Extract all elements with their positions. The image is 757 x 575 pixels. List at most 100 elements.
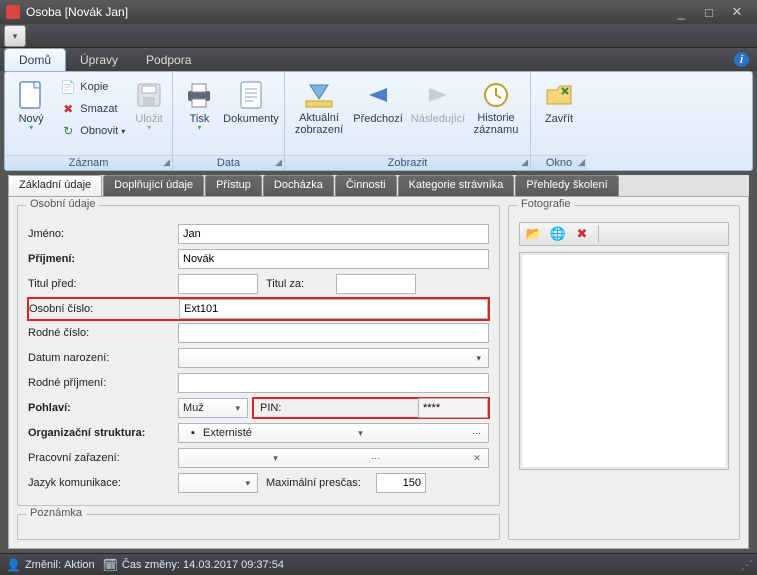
chevron-down-icon: ▾: [355, 428, 366, 439]
lang-select[interactable]: ▾: [178, 473, 258, 493]
globe-icon: 🌐: [550, 226, 566, 242]
file-icon: [15, 79, 47, 111]
job-select[interactable]: ▾ ⋯ ✕: [178, 448, 489, 468]
lang-label: Jazyk komunikace:: [28, 477, 178, 489]
org-select[interactable]: ▪ Externisté ▾ ⋯: [178, 423, 489, 443]
group-record-label: Záznam: [69, 157, 109, 169]
print-button[interactable]: Tisk ▾: [177, 74, 222, 133]
documents-button[interactable]: Dokumenty: [222, 74, 280, 126]
history-button[interactable]: Historie záznamu: [469, 74, 523, 137]
note-title: Poznámka: [26, 507, 86, 519]
delete-label: Smazat: [80, 103, 117, 115]
pin-label: PIN:: [254, 402, 287, 414]
lastname-input[interactable]: [178, 249, 489, 269]
document-icon: [235, 79, 267, 111]
maiden-input[interactable]: [178, 373, 489, 393]
tabstrip: Základní údaje Doplňující údaje Přístup …: [8, 175, 749, 197]
prev-button[interactable]: Předchozí: [349, 74, 407, 126]
content: Osobní údaje Jméno: Příjmení: Titul před…: [8, 197, 749, 549]
delete-photo-button[interactable]: ✖: [572, 224, 592, 244]
chevron-down-icon: ▾: [473, 353, 484, 364]
more-icon[interactable]: ⋯: [368, 453, 383, 464]
save-button[interactable]: Uložit ▾: [130, 74, 168, 133]
folder-icon: 📂: [526, 226, 542, 242]
firstname-label: Jméno:: [28, 228, 178, 240]
changed-at-label: Čas změny:: [122, 559, 180, 571]
close-window-button[interactable]: ✕: [723, 3, 751, 21]
ribbon: Nový ▾ 📄 Kopie ✖ Smazat ↻Obnovit▾ Uložit ▾…: [4, 71, 753, 171]
more-icon[interactable]: ⋯: [469, 428, 484, 439]
folder-close-icon: [543, 79, 575, 111]
minimize-button[interactable]: _: [667, 3, 695, 21]
arrow-right-icon: [422, 79, 454, 111]
tab-activities[interactable]: Činnosti: [335, 175, 397, 196]
info-icon[interactable]: i: [734, 52, 749, 67]
note-groupbox: Poznámka: [17, 514, 500, 540]
prev-label: Předchozí: [353, 113, 403, 125]
copy-icon: 📄: [60, 79, 76, 95]
next-button: Následující: [407, 74, 469, 126]
tab-extra[interactable]: Doplňující údaje: [103, 175, 204, 196]
gender-label: Pohlaví:: [28, 402, 178, 414]
gender-select[interactable]: Muž ▾: [178, 398, 248, 418]
delete-icon: ✖: [60, 101, 76, 117]
photo-title: Fotografie: [517, 198, 575, 210]
titlebar: Osoba [Novák Jan] _ □ ✕: [0, 0, 757, 24]
tab-access[interactable]: Přístup: [205, 175, 262, 196]
menu-home[interactable]: Domů: [4, 48, 66, 71]
personal-no-label: Osobní číslo:: [29, 303, 179, 315]
maximize-button[interactable]: □: [695, 3, 723, 21]
window-title: Osoba [Novák Jan]: [26, 5, 667, 19]
changed-by-value: Aktion: [64, 559, 95, 571]
app-icon: [6, 5, 20, 19]
pin-input[interactable]: [418, 398, 488, 418]
delete-icon: ✖: [577, 226, 588, 242]
tab-attendance[interactable]: Docházka: [263, 175, 334, 196]
documents-label: Dokumenty: [223, 113, 279, 125]
org-label: Organizační struktura:: [28, 427, 178, 439]
resize-grip-icon[interactable]: ⋰: [741, 558, 751, 572]
close-button[interactable]: Zavřít: [535, 74, 583, 126]
tab-training[interactable]: Přehledy školení: [515, 175, 618, 196]
close-label: Zavřít: [545, 113, 573, 125]
tab-basic[interactable]: Základní údaje: [8, 175, 102, 196]
firstname-input[interactable]: [178, 224, 489, 244]
copy-button[interactable]: 📄 Kopie: [55, 76, 130, 98]
birth-date-label: Datum narození:: [28, 352, 178, 364]
next-label: Následující: [411, 113, 465, 125]
menu-support[interactable]: Podpora: [132, 49, 205, 71]
delete-button[interactable]: ✖ Smazat: [55, 98, 130, 120]
chevron-down-icon: ▾: [232, 403, 243, 414]
group-window-label: Okno: [546, 157, 572, 169]
current-view-button[interactable]: Aktuální zobrazení: [289, 74, 349, 137]
refresh-button[interactable]: ↻Obnovit▾: [55, 120, 130, 142]
webcam-button[interactable]: 🌐: [548, 224, 568, 244]
statusbar: 👤 Změnil: Aktion 🗓 Čas změny: 14.03.2017…: [0, 553, 757, 575]
overtime-input[interactable]: [376, 473, 426, 493]
copy-label: Kopie: [80, 81, 108, 93]
title-before-input[interactable]: [178, 274, 258, 294]
calendar-icon: 🗓: [103, 558, 118, 572]
gender-value: Muž: [183, 402, 204, 414]
refresh-icon: ↻: [60, 123, 76, 139]
separator: [598, 225, 599, 243]
menubar: Domů Úpravy Podpora i: [0, 48, 757, 71]
personal-no-input[interactable]: [179, 299, 488, 319]
org-value: Externisté: [203, 427, 252, 439]
menu-edit[interactable]: Úpravy: [66, 49, 132, 71]
quick-dropdown[interactable]: ▾: [4, 25, 26, 47]
tab-diner[interactable]: Kategorie strávníka: [398, 175, 515, 196]
birth-no-input[interactable]: [178, 323, 489, 343]
clear-icon[interactable]: ✕: [470, 453, 484, 464]
new-button[interactable]: Nový ▾: [9, 74, 53, 133]
current-view-label: Aktuální zobrazení: [295, 113, 343, 136]
save-icon: [133, 79, 165, 111]
lastname-label: Příjmení:: [28, 253, 178, 265]
birth-date-picker[interactable]: ▾: [178, 348, 489, 368]
open-folder-button[interactable]: 📂: [524, 224, 544, 244]
job-label: Pracovní zařazení:: [28, 452, 178, 464]
title-after-input[interactable]: [336, 274, 416, 294]
history-label: Historie záznamu: [474, 113, 519, 136]
photo-area: [519, 252, 729, 470]
user-icon: 👤: [6, 558, 21, 572]
